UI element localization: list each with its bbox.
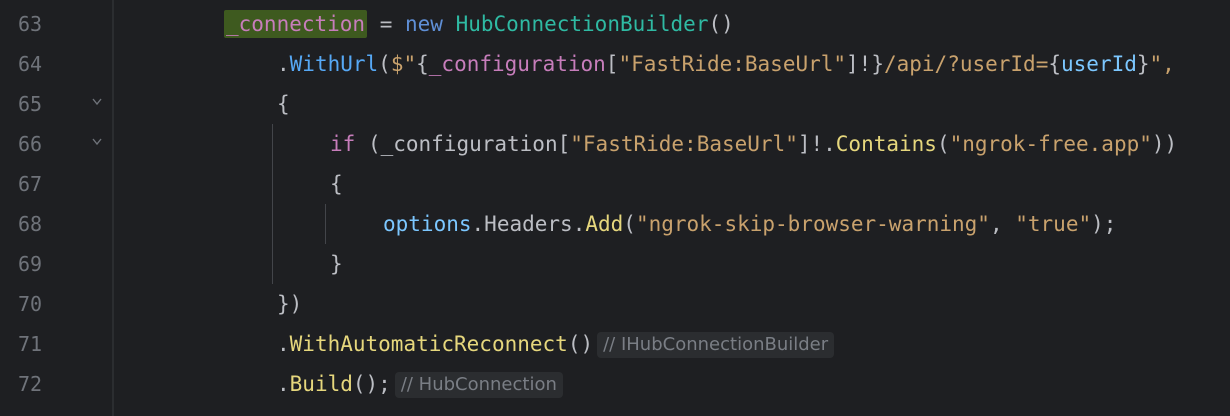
code-line[interactable]: 72 .Build();// HubConnection (0, 364, 1230, 404)
code-text: .Build();// HubConnection (277, 364, 563, 404)
code-text: if (_configuration["FastRide:BaseUrl"]!.… (330, 132, 1178, 156)
line-number: 63 (18, 12, 43, 36)
code-text: }) (277, 292, 303, 316)
code-text: { (330, 172, 343, 196)
line-number: 71 (18, 332, 43, 356)
line-number: 65 (18, 92, 43, 116)
code-line[interactable]: 65 { (0, 84, 1230, 124)
code-text: } (330, 252, 343, 276)
code-line[interactable]: 63 _connection = new HubConnectionBuilde… (0, 4, 1230, 44)
identifier-highlight[interactable]: _connection (224, 10, 368, 38)
code-line[interactable]: 66 if (_configuration["FastRide:BaseUrl"… (0, 124, 1230, 164)
line-number: 69 (18, 252, 43, 276)
type-hint: // IHubConnectionBuilder (597, 332, 835, 358)
code-editor[interactable]: 63 _connection = new HubConnectionBuilde… (0, 0, 1230, 416)
line-number: 67 (18, 172, 43, 196)
code-line[interactable]: 71 .WithAutomaticReconnect()// IHubConne… (0, 324, 1230, 364)
line-number: 66 (18, 132, 43, 156)
line-number: 70 (18, 292, 43, 316)
code-line[interactable]: 70 }) (0, 284, 1230, 324)
code-text: .WithAutomaticReconnect()// IHubConnecti… (277, 324, 835, 364)
code-line[interactable]: 67 { (0, 164, 1230, 204)
code-text: { (277, 92, 290, 116)
code-text: options.Headers.Add("ngrok-skip-browser-… (383, 212, 1117, 236)
code-line[interactable]: 64 .WithUrl($"{_configuration["FastRide:… (0, 44, 1230, 84)
code-text: _connection = new HubConnectionBuilder() (224, 10, 734, 38)
code-text: .WithUrl($"{_configuration["FastRide:Bas… (277, 52, 1175, 76)
chevron-down-icon[interactable] (92, 97, 102, 107)
line-number: 64 (18, 52, 43, 76)
line-number: 68 (18, 212, 43, 236)
type-hint: // HubConnection (394, 372, 563, 398)
code-line[interactable]: 69 } (0, 244, 1230, 284)
line-number: 72 (18, 372, 43, 396)
chevron-down-icon[interactable] (92, 137, 102, 147)
code-line[interactable]: 68 options.Headers.Add("ngrok-skip-brows… (0, 204, 1230, 244)
